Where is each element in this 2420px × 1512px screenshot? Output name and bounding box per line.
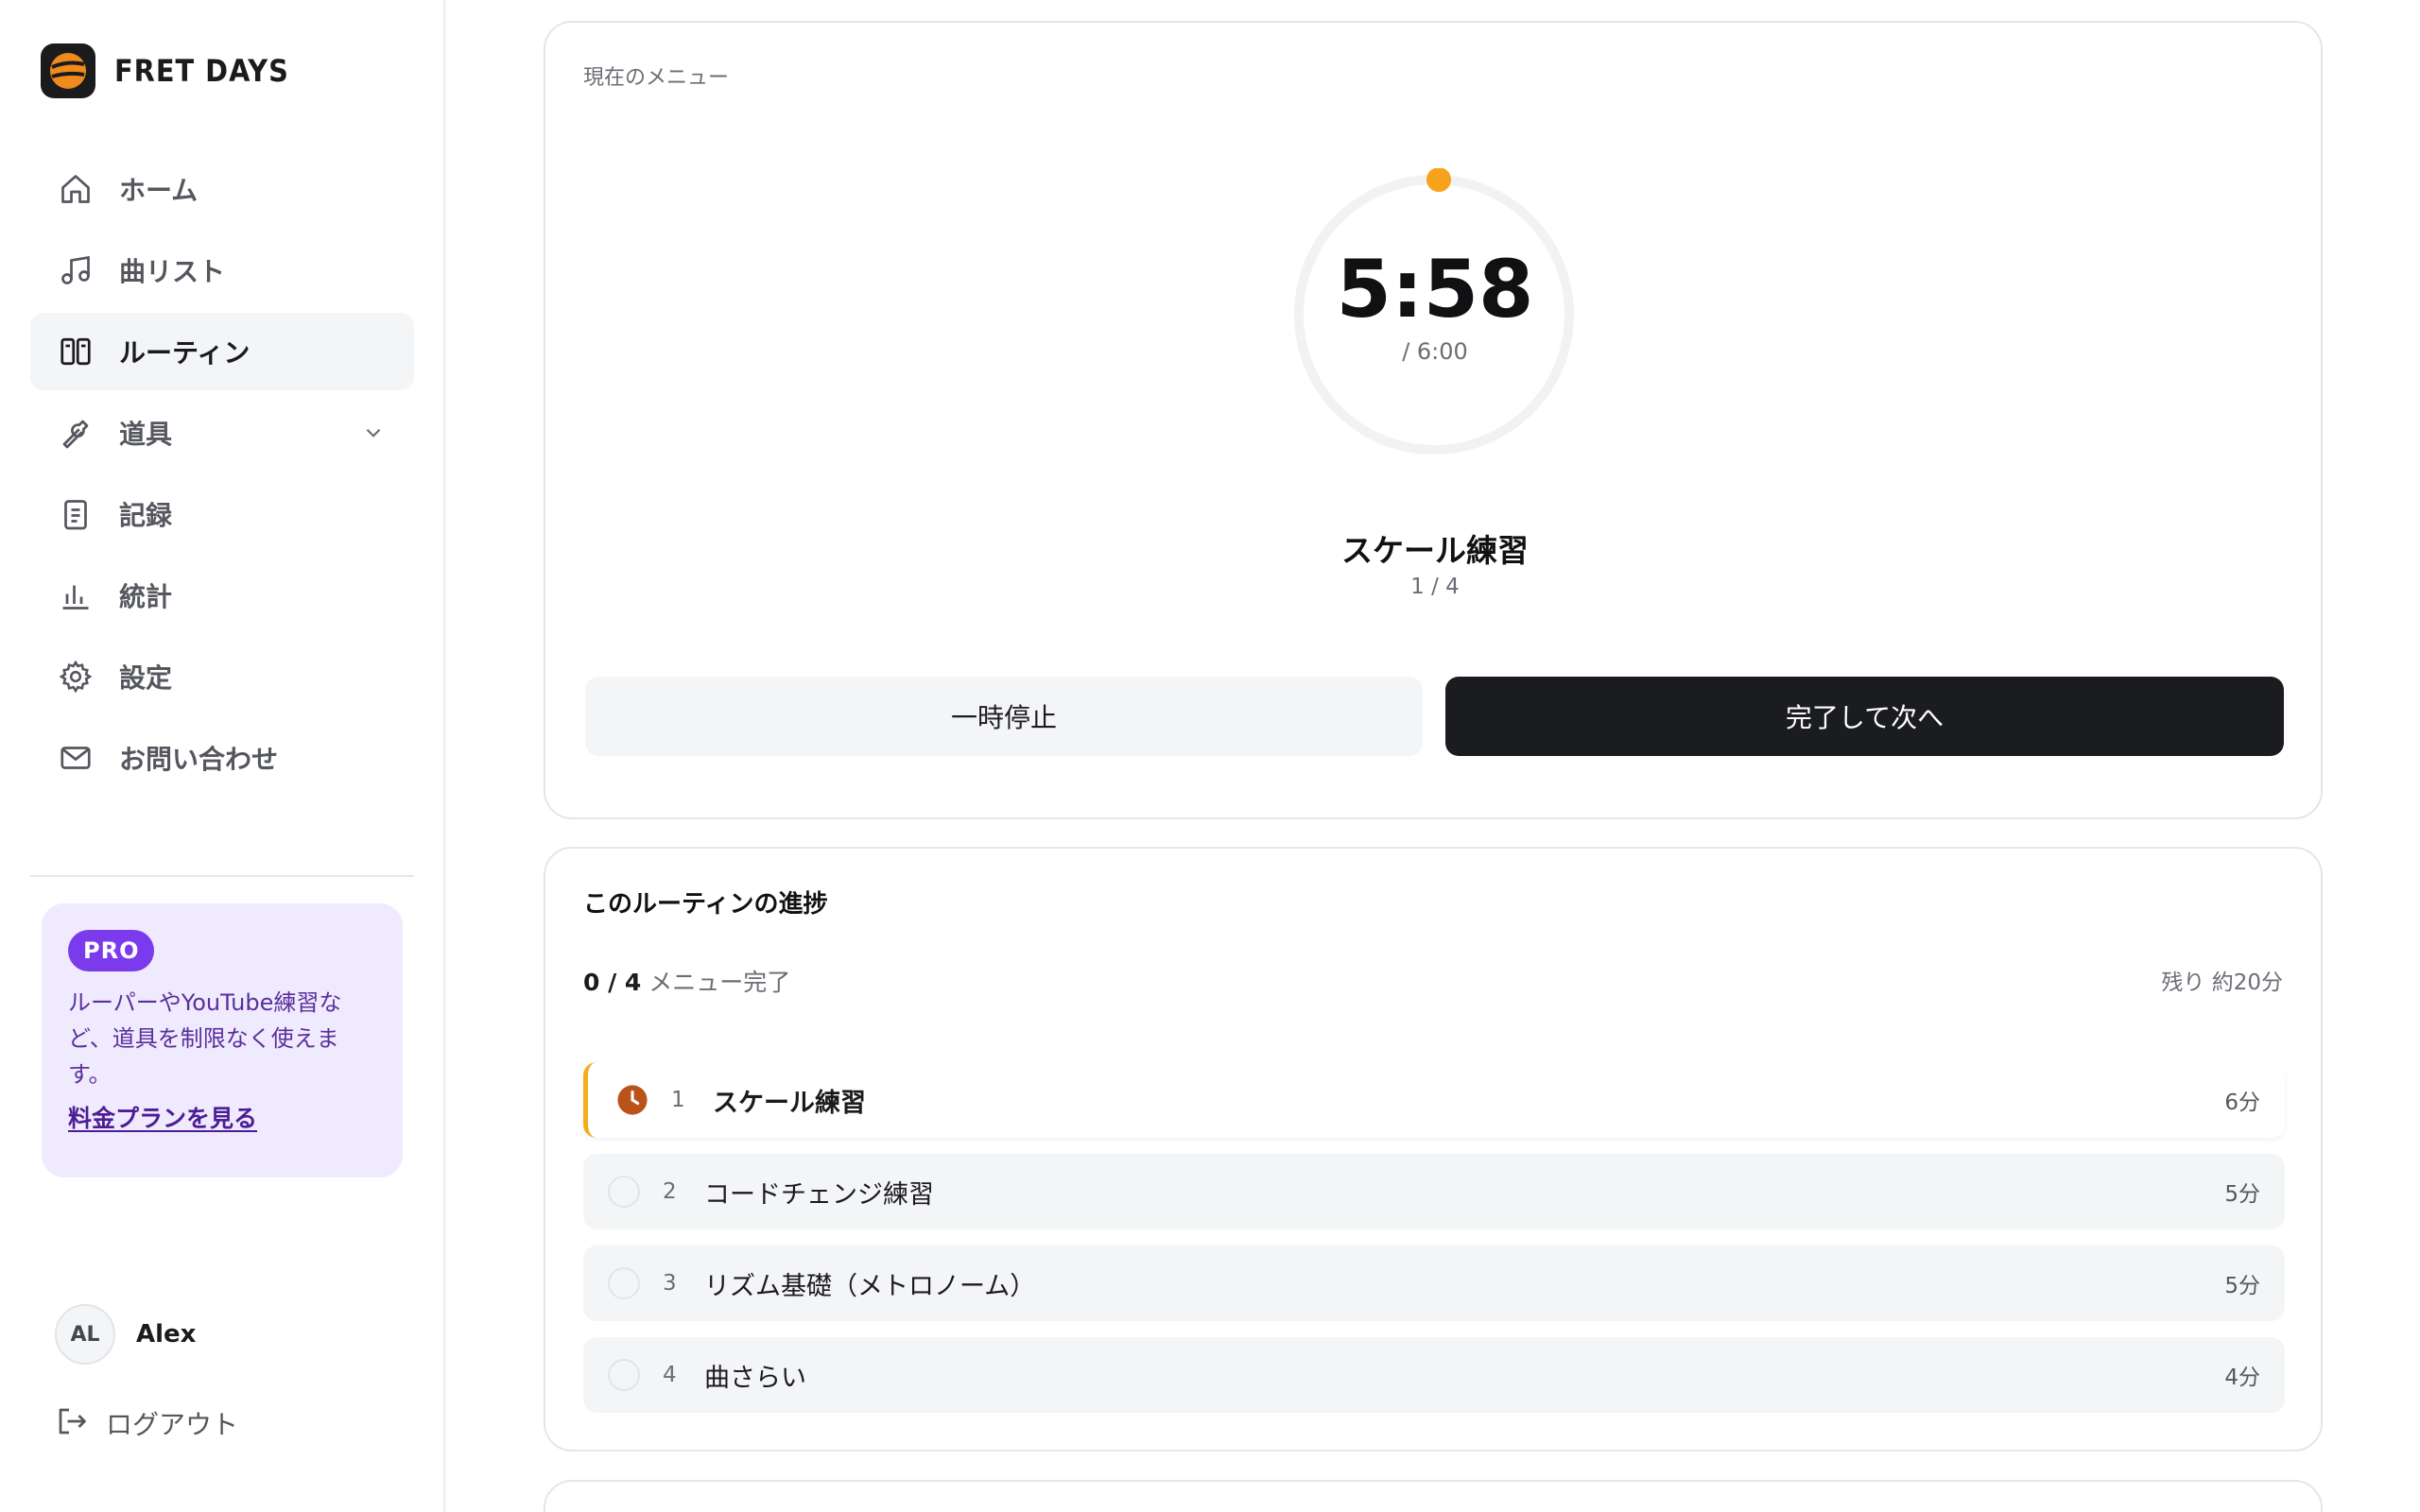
- nav-item-home[interactable]: ホーム: [30, 150, 414, 228]
- logout-icon: [55, 1404, 89, 1442]
- routine-item-number: 1: [671, 1088, 685, 1112]
- routine-item-duration: 5分: [2224, 1182, 2260, 1207]
- brand-logo[interactable]: FRET DAYS: [41, 43, 289, 98]
- nav-item-label: 統計: [119, 581, 173, 612]
- avatar: AL: [55, 1304, 115, 1365]
- logout-button[interactable]: ログアウト: [55, 1404, 238, 1442]
- pro-badge: PRO: [68, 930, 155, 971]
- wrench-icon: [57, 414, 95, 452]
- clock-icon: [616, 1084, 648, 1116]
- logout-label: ログアウト: [106, 1409, 239, 1440]
- routine-item[interactable]: 3 リズム基礎（メトロノーム） 5分: [583, 1246, 2285, 1321]
- user-name: Alex: [136, 1320, 197, 1349]
- routine-icon: [57, 333, 95, 370]
- nav-item-label: ホーム: [119, 175, 199, 206]
- progress-remaining: 残り 約20分: [2161, 971, 2283, 995]
- routine-item-number: 2: [663, 1179, 677, 1204]
- routine-item-name: コードチェンジ練習: [704, 1179, 934, 1210]
- pause-button[interactable]: 一時停止: [585, 677, 1423, 756]
- routine-item[interactable]: 2 コードチェンジ練習 5分: [583, 1154, 2285, 1229]
- home-icon: [57, 170, 95, 208]
- current-menu-label: 現在のメニュー: [583, 66, 730, 90]
- bar-chart-icon: [57, 576, 95, 614]
- brand-name: FRET DAYS: [114, 53, 289, 89]
- nav-item-records[interactable]: 記録: [30, 475, 414, 553]
- pro-promo-card: PRO ルーパーやYouTube練習など、道具を制限なく使えます。 料金プランを…: [42, 903, 403, 1177]
- gear-icon: [57, 658, 95, 696]
- music-note-icon: [57, 251, 95, 289]
- user-profile[interactable]: AL Alex: [55, 1304, 196, 1365]
- nav-item-routine[interactable]: ルーティン: [30, 313, 414, 390]
- current-item-title: スケール練習: [1341, 532, 1529, 569]
- timer-remaining: 5:58: [1336, 243, 1534, 335]
- nav-item-label: ルーティン: [119, 337, 251, 369]
- main-nav: ホーム 曲リスト ルーティン 道具 記録 統計 設定 お問い合わせ: [30, 150, 414, 800]
- routine-item-duration: 5分: [2224, 1274, 2260, 1298]
- current-menu-card: 現在のメニュー 5:58 / 6:00 スケール練習 1 / 4 一時停止 完了…: [544, 21, 2323, 819]
- pro-description: ルーパーやYouTube練習など、道具を制限なく使えます。: [68, 989, 342, 1088]
- pending-circle-icon: [608, 1359, 640, 1391]
- nav-item-label: 曲リスト: [119, 256, 226, 287]
- nav-item-settings[interactable]: 設定: [30, 638, 414, 715]
- routine-item-duration: 4分: [2224, 1366, 2260, 1390]
- routine-item-duration: 6分: [2224, 1091, 2260, 1115]
- sidebar-divider: [30, 875, 414, 877]
- chevron-down-icon[interactable]: [361, 421, 386, 449]
- nav-item-label: お問い合わせ: [119, 744, 279, 775]
- routine-item-number: 4: [663, 1363, 677, 1387]
- routine-item[interactable]: 4 曲さらい 4分: [583, 1337, 2285, 1413]
- nav-item-contact[interactable]: お問い合わせ: [30, 719, 414, 797]
- pending-circle-icon: [608, 1176, 640, 1208]
- mail-icon: [57, 739, 95, 777]
- routine-item-number: 3: [663, 1271, 677, 1296]
- current-item-count: 1 / 4: [1410, 575, 1460, 599]
- progress-count: 0 / 4 メニュー完了: [583, 964, 790, 998]
- logo-mark-icon: [41, 43, 95, 98]
- timer-total: / 6:00: [1402, 338, 1468, 365]
- routine-item[interactable]: 1 スケール練習 6分: [583, 1062, 2285, 1138]
- routine-item-name: 曲さらい: [704, 1363, 806, 1393]
- routine-item-name: スケール練習: [713, 1088, 866, 1118]
- clipboard-icon: [57, 495, 95, 533]
- nav-item-stats[interactable]: 統計: [30, 557, 414, 634]
- nav-item-label: 道具: [119, 419, 173, 450]
- routine-list: 1 スケール練習 6分 2 コードチェンジ練習 5分 3 リズム基礎（メトロノー…: [583, 1062, 2285, 1429]
- nav-item-songs[interactable]: 曲リスト: [30, 232, 414, 309]
- timer-progress-dot: [1426, 168, 1452, 193]
- pending-circle-icon: [608, 1267, 640, 1299]
- progress-title: このルーティンの進捗: [583, 890, 828, 919]
- nav-item-label: 記録: [119, 500, 173, 531]
- next-card: [544, 1480, 2323, 1512]
- routine-item-name: リズム基礎（メトロノーム）: [704, 1271, 1036, 1301]
- routine-progress-card: このルーティンの進捗 0 / 4 メニュー完了 残り 約20分 1 スケール練習…: [544, 847, 2323, 1452]
- nav-item-tools[interactable]: 道具: [30, 394, 414, 472]
- progress-done: 0 / 4: [583, 969, 642, 996]
- sidebar: FRET DAYS ホーム 曲リスト ルーティン 道具 記録 統計 設定 お問い…: [0, 0, 445, 1512]
- pricing-link[interactable]: 料金プランを見る: [68, 1100, 257, 1134]
- progress-done-suffix: メニュー完了: [648, 969, 791, 996]
- nav-item-label: 設定: [119, 662, 173, 694]
- complete-next-button[interactable]: 完了して次へ: [1445, 677, 2284, 756]
